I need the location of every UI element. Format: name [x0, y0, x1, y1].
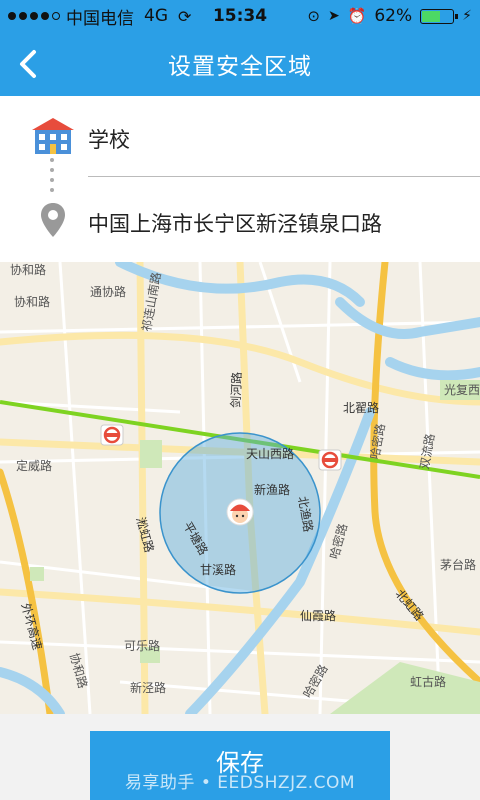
- school-building-icon: [32, 118, 74, 154]
- map-label: 通协路: [90, 284, 126, 299]
- status-bar: 中国电信 4G ⟳ 15:34 ⊙ ➤ ⏰ 62% ⚡: [0, 0, 480, 32]
- watermark: 易享助手 • EEDSHZJZ.COM: [124, 773, 356, 793]
- charging-icon: ⚡: [462, 8, 472, 24]
- map-label: 剑河路: [228, 372, 244, 409]
- map-label: 仙霞路: [300, 608, 336, 623]
- map-label: 新泾路: [130, 680, 166, 695]
- map-label: 淞虹路: [133, 515, 157, 554]
- map-label: 协和路: [10, 262, 46, 277]
- map-label: 甘溪路: [200, 562, 236, 577]
- map-label: 协和路: [14, 294, 50, 309]
- map-label: 茅台路: [440, 557, 476, 572]
- battery-icon: [420, 8, 459, 24]
- alarm-icon: ⏰: [347, 7, 367, 25]
- map-label: 定威路: [16, 458, 52, 473]
- metro-station-icon: [318, 449, 342, 471]
- map-label: 北虹路: [393, 586, 428, 623]
- battery-percent: 62%: [374, 6, 413, 26]
- child-avatar-icon[interactable]: [226, 498, 254, 526]
- map-label: 天山西路: [246, 446, 294, 461]
- sync-icon: ⟳: [178, 6, 192, 26]
- map-label: 新渔路: [254, 482, 290, 497]
- map-view[interactable]: 协和路 通协路 祁连山南路 协和路 光复西 剑河路 北翟路 天山西路 哈密路 淞…: [0, 262, 480, 714]
- map-label: 北翟路: [343, 400, 379, 415]
- zone-form: 学校 中国上海市长宁区新泾镇泉口路: [0, 96, 480, 262]
- page-title: 设置安全区域: [168, 54, 312, 80]
- address-field[interactable]: 中国上海市长宁区新泾镇泉口路: [88, 208, 382, 238]
- connector-dots: [50, 158, 54, 192]
- divider: [88, 176, 480, 177]
- signal-strength-icon: [8, 12, 60, 20]
- carrier-name: 中国电信: [66, 8, 134, 29]
- nav-bar: 设置安全区域: [0, 32, 480, 96]
- map-label: 虹古路: [410, 674, 446, 689]
- map-label: 哈密路: [300, 662, 331, 701]
- school-name-field[interactable]: 学校: [88, 124, 130, 154]
- back-button[interactable]: [8, 40, 56, 88]
- map-canvas: 协和路 通协路 祁连山南路 协和路 光复西 剑河路 北翟路 天山西路 哈密路 淞…: [0, 262, 480, 714]
- map-label: 可乐路: [124, 638, 160, 653]
- map-label: 光复西: [444, 383, 480, 397]
- map-label: 双流路: [416, 432, 437, 470]
- map-label: 哈密路: [326, 522, 350, 561]
- location-arrow-icon: ➤: [327, 8, 340, 24]
- chevron-left-icon: [20, 50, 36, 78]
- metro-station-icon: [100, 424, 124, 446]
- location-pin-icon: [41, 203, 65, 237]
- network-type: 4G: [144, 6, 168, 26]
- lock-rotation-icon: ⊙: [307, 7, 320, 25]
- clock: 15:34: [212, 6, 268, 26]
